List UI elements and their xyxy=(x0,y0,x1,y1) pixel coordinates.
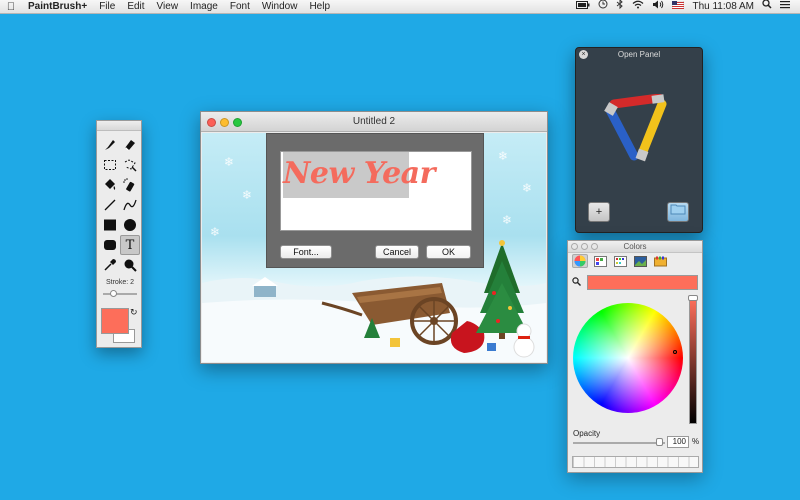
eyedropper-tool-icon[interactable] xyxy=(100,255,120,275)
text-tool-sheet: New Year Font... Cancel OK xyxy=(266,133,484,268)
open-panel-title: Open Panel xyxy=(617,50,661,59)
document-title: Untitled 2 xyxy=(352,116,396,127)
color-swatch-bar[interactable] xyxy=(572,456,699,468)
brightness-slider[interactable] xyxy=(689,298,697,424)
menu-view[interactable]: View xyxy=(151,0,185,14)
snowflake-icon: ❄ xyxy=(498,149,509,163)
text-tool-icon[interactable]: T xyxy=(120,235,140,255)
lasso-tool-icon[interactable] xyxy=(120,155,140,175)
snowflake-icon: ❄ xyxy=(522,181,533,195)
stroke-slider[interactable] xyxy=(103,290,137,297)
crayons-tab-icon[interactable] xyxy=(652,254,668,268)
fill-bucket-icon[interactable] xyxy=(100,175,120,195)
image-palettes-tab-icon[interactable] xyxy=(632,254,648,268)
color-wheel[interactable] xyxy=(573,303,683,413)
app-menu[interactable]: PaintBrush+ xyxy=(22,0,93,14)
snowflake-icon: ❄ xyxy=(502,213,513,227)
opacity-percent-label: % xyxy=(692,437,700,446)
wifi-icon[interactable] xyxy=(628,0,648,14)
apple-menu-icon[interactable]:  xyxy=(0,1,22,13)
menu-window[interactable]: Window xyxy=(256,0,304,14)
drawing-canvas[interactable]: ❄ ❄ ❄ ❄ ❄ ❄ New Year Font... Cancel OK xyxy=(202,133,546,362)
font-button[interactable]: Font... xyxy=(280,245,332,259)
tool-palette: T Stroke: 2 ↻ xyxy=(96,120,142,348)
close-button[interactable] xyxy=(571,243,578,250)
snowflake-icon: ❄ xyxy=(210,225,221,239)
menu-image[interactable]: Image xyxy=(184,0,224,14)
flag-icon[interactable] xyxy=(668,0,688,14)
selection-tool-icon[interactable] xyxy=(100,155,120,175)
color-palettes-tab-icon[interactable] xyxy=(612,254,628,268)
minimize-button[interactable] xyxy=(581,243,588,250)
battery-icon[interactable] xyxy=(572,0,594,14)
colors-panel-title: Colors xyxy=(623,242,647,251)
document-window: Untitled 2 ❄ ❄ ❄ ❄ ❄ ❄ New Year Font... … xyxy=(200,111,548,364)
stroke-label: Stroke: 2 xyxy=(105,279,134,286)
menu-bar:  PaintBrush+ File Edit View Image Font … xyxy=(0,0,800,14)
color-wheel-tab-icon[interactable] xyxy=(572,254,588,268)
menu-font[interactable]: Font xyxy=(224,0,256,14)
swap-colors-icon[interactable]: ↻ xyxy=(130,307,138,318)
time-machine-icon[interactable] xyxy=(594,0,612,14)
opacity-label: Opacity xyxy=(573,429,601,438)
color-sliders-tab-icon[interactable] xyxy=(592,254,608,268)
search-icon[interactable] xyxy=(572,277,581,289)
eraser-tool-icon[interactable] xyxy=(120,135,140,155)
rounded-rect-tool-icon[interactable] xyxy=(100,235,120,255)
snowflake-icon: ❄ xyxy=(242,188,253,202)
open-panel: × Open Panel + xyxy=(575,47,703,233)
menu-edit[interactable]: Edit xyxy=(121,0,150,14)
rectangle-tool-icon[interactable] xyxy=(100,215,120,235)
document-titlebar[interactable]: Untitled 2 xyxy=(201,112,547,132)
opacity-slider-knob[interactable] xyxy=(656,438,663,446)
stroke-slider-track xyxy=(103,293,137,295)
snowflake-icon: ❄ xyxy=(224,155,235,169)
zoom-button[interactable] xyxy=(591,243,598,250)
foreground-color-swatch[interactable] xyxy=(101,308,129,334)
color-mode-tabs xyxy=(572,254,668,268)
zoom-tool-icon[interactable] xyxy=(120,255,140,275)
ok-button[interactable]: OK xyxy=(426,245,471,259)
notification-center-icon[interactable] xyxy=(776,0,794,14)
ellipse-tool-icon[interactable] xyxy=(120,215,140,235)
menu-help[interactable]: Help xyxy=(303,0,336,14)
status-tray: Thu 11:08 AM xyxy=(572,0,800,14)
spray-tool-icon[interactable] xyxy=(120,175,140,195)
stroke-slider-knob[interactable] xyxy=(110,290,117,297)
colors-panel-titlebar[interactable]: Colors xyxy=(568,241,702,253)
cancel-button[interactable]: Cancel xyxy=(375,245,419,259)
spotlight-search-icon[interactable] xyxy=(758,0,776,14)
volume-icon[interactable] xyxy=(648,0,668,14)
add-button[interactable]: + xyxy=(588,202,610,222)
folder-icon[interactable] xyxy=(667,202,689,222)
opacity-field[interactable]: 100 xyxy=(667,436,689,448)
menu-file[interactable]: File xyxy=(93,0,121,14)
line-tool-icon[interactable] xyxy=(100,195,120,215)
tool-palette-titlebar[interactable] xyxy=(97,121,141,131)
brush-tool-icon[interactable] xyxy=(100,135,120,155)
close-button[interactable] xyxy=(207,118,216,127)
zoom-button[interactable] xyxy=(233,118,242,127)
text-content[interactable]: New Year xyxy=(283,156,435,191)
bluetooth-icon[interactable] xyxy=(612,0,628,14)
opacity-slider[interactable] xyxy=(573,442,665,444)
tool-grid: T xyxy=(97,131,141,275)
curve-tool-icon[interactable] xyxy=(120,195,140,215)
paint-brushes-logo xyxy=(604,94,667,162)
color-wheel-cursor[interactable] xyxy=(673,350,677,354)
close-icon[interactable]: × xyxy=(579,50,588,59)
clock[interactable]: Thu 11:08 AM xyxy=(688,0,758,14)
brightness-slider-knob[interactable] xyxy=(688,295,698,301)
open-panel-titlebar[interactable]: × Open Panel xyxy=(576,48,702,61)
minimize-button[interactable] xyxy=(220,118,229,127)
text-input-area[interactable]: New Year xyxy=(280,151,472,231)
current-color-swatch[interactable] xyxy=(587,275,698,290)
colors-panel: Colors Opacity 100 % xyxy=(567,240,703,473)
